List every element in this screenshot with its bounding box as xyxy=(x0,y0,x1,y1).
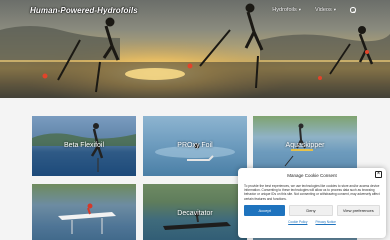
search-icon[interactable] xyxy=(350,7,356,13)
page: Human-Powered-Hydrofoils Hydrofoils ▾ Vi… xyxy=(0,0,390,240)
view-preferences-button[interactable]: View preferences xyxy=(336,204,380,216)
card-pedal-boat[interactable] xyxy=(32,184,136,240)
hero-banner: Human-Powered-Hydrofoils Hydrofoils ▾ Vi… xyxy=(0,0,390,98)
cookie-consent-dialog: Manage Cookie Consent × To provide the b… xyxy=(238,168,386,238)
card-beta-flexifoil[interactable]: Beta Flexifoil xyxy=(32,116,136,176)
accept-button[interactable]: Accept xyxy=(244,204,286,216)
card-decavitator[interactable]: Decavitator xyxy=(143,184,247,240)
card-title: Decavitator xyxy=(177,210,213,217)
privacy-notice-link[interactable]: Privacy Notice xyxy=(315,220,335,224)
main-nav: Hydrofoils ▾ Videos ▾ xyxy=(272,7,356,13)
nav-label: Videos xyxy=(315,7,332,13)
card-title: PROxy Foil xyxy=(177,142,213,149)
cookie-buttons: Accept Deny View preferences xyxy=(244,204,380,216)
deny-button[interactable]: Deny xyxy=(289,204,333,216)
cookie-text: To provide the best experiences, we use … xyxy=(244,184,380,201)
nav-item-videos[interactable]: Videos ▾ xyxy=(315,7,336,13)
cookie-title: Manage Cookie Consent xyxy=(287,173,337,178)
card-title: Aquaskipper xyxy=(285,142,325,149)
chevron-down-icon: ▾ xyxy=(298,7,302,12)
card-title: Beta Flexifoil xyxy=(63,142,105,149)
chevron-down-icon: ▾ xyxy=(333,7,336,12)
site-title[interactable]: Human-Powered-Hydrofoils xyxy=(30,6,138,15)
card-proxy-foil[interactable]: PROxy Foil xyxy=(143,116,247,176)
card-aquaskipper[interactable]: Aquaskipper xyxy=(253,116,357,176)
close-icon[interactable]: × xyxy=(375,171,382,178)
rider-image xyxy=(58,203,116,234)
nav-item-hydrofoils[interactable]: Hydrofoils ▾ xyxy=(272,7,301,13)
cookie-policy-link[interactable]: Cookie Policy xyxy=(288,220,307,224)
nav-label: Hydrofoils xyxy=(272,7,297,13)
cookie-links: Cookie Policy Privacy Notice xyxy=(244,220,380,224)
